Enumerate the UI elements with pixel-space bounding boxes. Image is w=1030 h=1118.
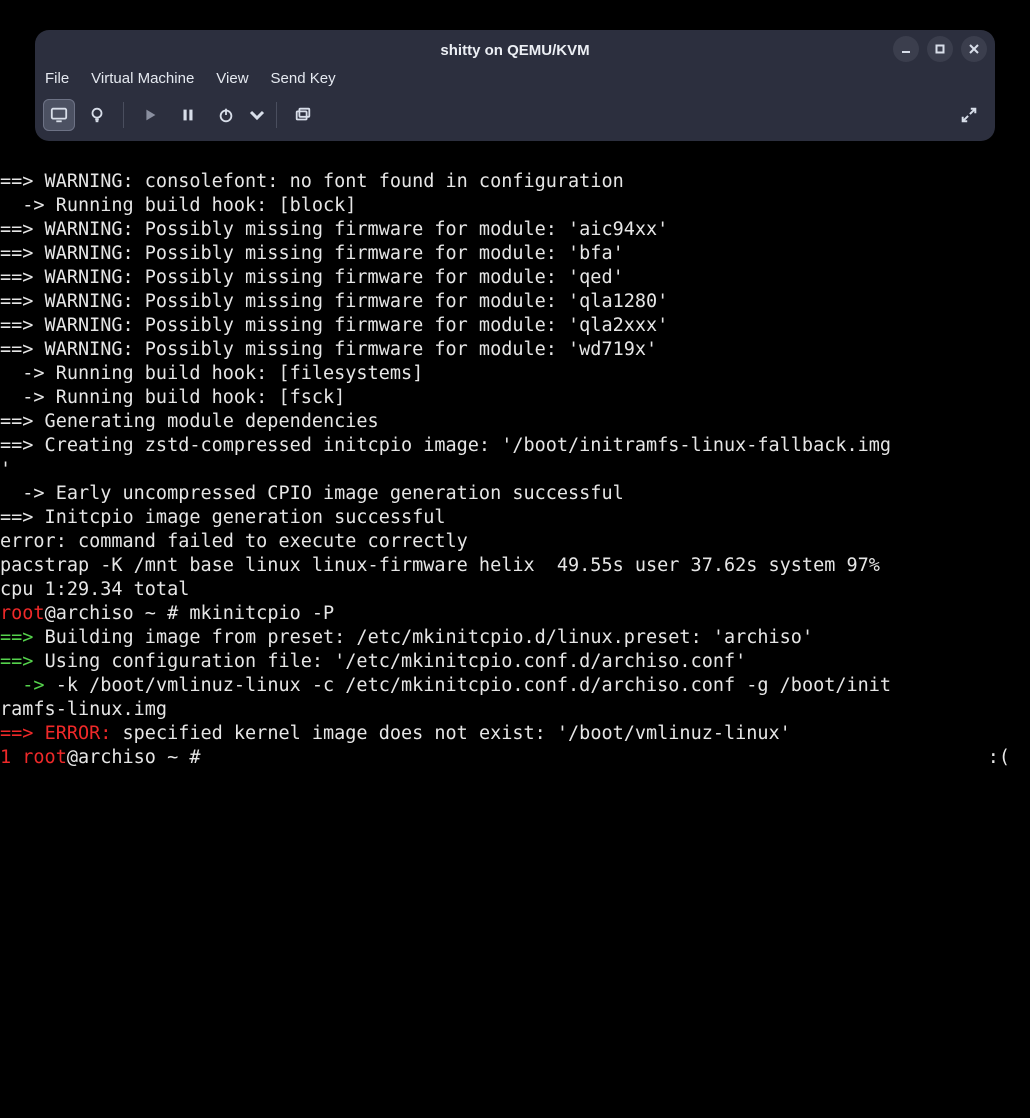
- menubar: File Virtual Machine View Send Key: [35, 70, 995, 95]
- play-icon: [141, 106, 159, 124]
- run-button[interactable]: [134, 99, 166, 131]
- snapshots-button[interactable]: [287, 99, 319, 131]
- separator: [123, 102, 124, 128]
- console-button[interactable]: [43, 99, 75, 131]
- snapshots-icon: [294, 106, 312, 124]
- maximize-button[interactable]: [927, 36, 953, 62]
- power-icon: [217, 106, 235, 124]
- lightbulb-icon: [88, 106, 106, 124]
- fullscreen-icon: [960, 106, 978, 124]
- vm-window: shitty on QEMU/KVM File Virtual Machine …: [35, 30, 995, 141]
- menu-file[interactable]: File: [45, 70, 69, 87]
- monitor-icon: [50, 106, 68, 124]
- window-title: shitty on QEMU/KVM: [35, 42, 995, 59]
- menu-virtual-machine[interactable]: Virtual Machine: [91, 70, 194, 87]
- shutdown-button[interactable]: [210, 99, 242, 131]
- titlebar: shitty on QEMU/KVM: [35, 30, 995, 70]
- menu-send-key[interactable]: Send Key: [271, 70, 336, 87]
- pause-icon: [179, 106, 197, 124]
- minimize-button[interactable]: [893, 36, 919, 62]
- menu-view[interactable]: View: [216, 70, 248, 87]
- chevron-down-icon: [248, 106, 266, 124]
- close-button[interactable]: [961, 36, 987, 62]
- window-controls: [893, 36, 987, 62]
- separator: [276, 102, 277, 128]
- pause-button[interactable]: [172, 99, 204, 131]
- fullscreen-button[interactable]: [953, 99, 985, 131]
- details-button[interactable]: [81, 99, 113, 131]
- shutdown-menu-button[interactable]: [248, 99, 266, 131]
- toolbar: [35, 95, 995, 141]
